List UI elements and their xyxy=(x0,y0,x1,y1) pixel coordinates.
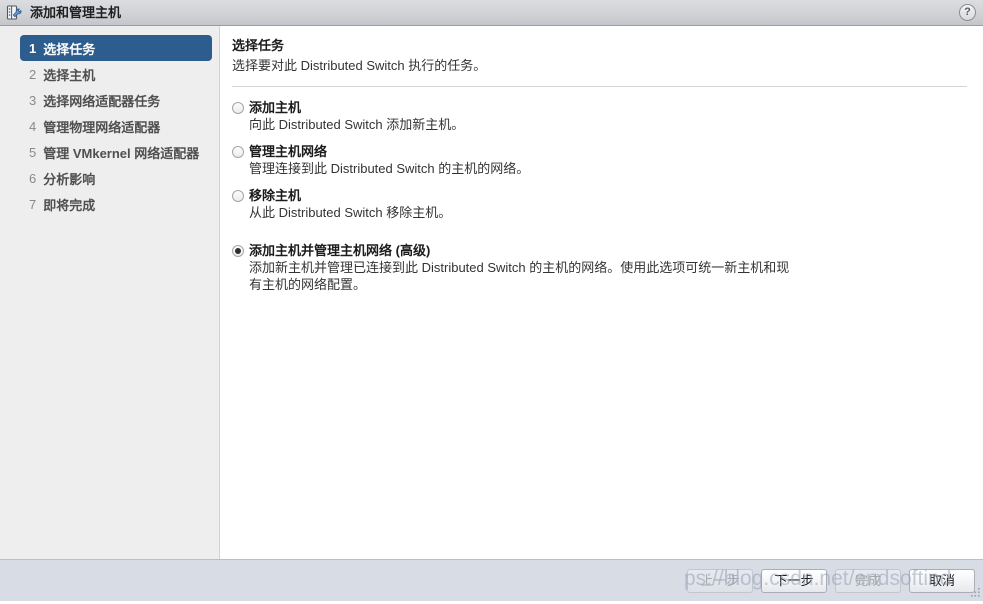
footer-button-row: 上一步 下一步 完成 取消 xyxy=(687,569,975,593)
step-label: 选择网络适配器任务 xyxy=(43,93,161,109)
wizard-content-pane: 选择任务 选择要对此 Distributed Switch 执行的任务。 添加主… xyxy=(221,26,983,559)
content-divider xyxy=(232,86,967,87)
option-label: 添加主机并管理主机网络 (高级) xyxy=(249,243,431,258)
step-number: 5 xyxy=(29,144,37,160)
wizard-step-sidebar: 1 选择任务 2 选择主机 3 选择网络适配器任务 4 管理物理网络适配器 5 … xyxy=(0,26,220,559)
option-description: 管理连接到此 Distributed Switch 的主机的网络。 xyxy=(249,161,530,176)
sidebar-step-5[interactable]: 5 管理 VMkernel 网络适配器 xyxy=(20,139,212,165)
help-icon[interactable]: ? xyxy=(959,4,976,21)
resize-grip-icon[interactable] xyxy=(968,586,981,599)
host-wrench-icon xyxy=(6,4,24,22)
radio-option-remove-hosts[interactable]: 移除主机 从此 Distributed Switch 移除主机。 xyxy=(232,188,967,221)
next-button[interactable]: 下一步 xyxy=(761,569,827,593)
option-description: 添加新主机并管理已连接到此 Distributed Switch 的主机的网络。… xyxy=(249,260,790,292)
page-title: 选择任务 xyxy=(232,38,285,53)
finish-button[interactable]: 完成 xyxy=(835,569,901,593)
wizard-footer: 上一步 下一步 完成 取消 xyxy=(0,559,983,601)
sidebar-step-3[interactable]: 3 选择网络适配器任务 xyxy=(20,87,212,113)
radio-icon[interactable] xyxy=(232,146,244,158)
option-description: 从此 Distributed Switch 移除主机。 xyxy=(249,205,452,220)
window-titlebar: 添加和管理主机 ? xyxy=(0,0,983,26)
step-label: 即将完成 xyxy=(43,197,96,213)
option-text: 添加主机 向此 Distributed Switch 添加新主机。 xyxy=(249,100,967,133)
step-label: 选择主机 xyxy=(43,67,96,83)
step-number: 1 xyxy=(29,40,37,56)
option-text: 移除主机 从此 Distributed Switch 移除主机。 xyxy=(249,188,967,221)
radio-option-add-hosts[interactable]: 添加主机 向此 Distributed Switch 添加新主机。 xyxy=(232,100,967,133)
sidebar-step-2[interactable]: 2 选择主机 xyxy=(20,61,212,87)
sidebar-step-4[interactable]: 4 管理物理网络适配器 xyxy=(20,113,212,139)
radio-option-add-and-manage-advanced[interactable]: 添加主机并管理主机网络 (高级) 添加新主机并管理已连接到此 Distribut… xyxy=(232,243,967,293)
radio-icon-selected[interactable] xyxy=(232,245,244,257)
window-title: 添加和管理主机 xyxy=(30,4,122,20)
sidebar-step-1[interactable]: 1 选择任务 xyxy=(20,35,212,61)
radio-icon[interactable] xyxy=(232,190,244,202)
back-button[interactable]: 上一步 xyxy=(687,569,753,593)
step-label: 管理物理网络适配器 xyxy=(43,119,161,135)
step-label: 管理 VMkernel 网络适配器 xyxy=(43,145,200,161)
option-description: 向此 Distributed Switch 添加新主机。 xyxy=(249,117,465,132)
page-subtitle: 选择要对此 Distributed Switch 执行的任务。 xyxy=(232,58,487,73)
step-number: 7 xyxy=(29,196,37,212)
sidebar-step-6[interactable]: 6 分析影响 xyxy=(20,165,212,191)
option-label: 添加主机 xyxy=(249,100,302,115)
radio-option-manage-host-networking[interactable]: 管理主机网络 管理连接到此 Distributed Switch 的主机的网络。 xyxy=(232,144,967,177)
radio-icon[interactable] xyxy=(232,102,244,114)
task-radio-group: 添加主机 向此 Distributed Switch 添加新主机。 管理主机网络… xyxy=(232,100,967,293)
step-number: 4 xyxy=(29,118,37,134)
option-text: 管理主机网络 管理连接到此 Distributed Switch 的主机的网络。 xyxy=(249,144,967,177)
option-label: 管理主机网络 xyxy=(249,144,328,159)
option-text: 添加主机并管理主机网络 (高级) 添加新主机并管理已连接到此 Distribut… xyxy=(249,243,967,293)
step-number: 6 xyxy=(29,170,37,186)
wizard-body: 1 选择任务 2 选择主机 3 选择网络适配器任务 4 管理物理网络适配器 5 … xyxy=(0,26,983,559)
sidebar-step-7[interactable]: 7 即将完成 xyxy=(20,191,212,217)
step-label: 分析影响 xyxy=(43,171,96,187)
step-number: 3 xyxy=(29,92,37,108)
step-number: 2 xyxy=(29,66,37,82)
option-label: 移除主机 xyxy=(249,188,302,203)
step-label: 选择任务 xyxy=(43,41,96,57)
cancel-button[interactable]: 取消 xyxy=(909,569,975,593)
